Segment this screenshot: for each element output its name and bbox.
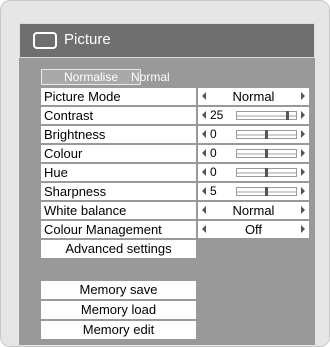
normalise-button[interactable]: Normalise [41, 69, 141, 85]
arrow-right-icon[interactable] [301, 130, 305, 138]
hue-slider[interactable]: 0 [198, 164, 309, 181]
memory-save-button[interactable]: Memory save [41, 281, 196, 299]
sharpness-label: Sharpness [41, 183, 196, 200]
arrow-left-icon[interactable] [202, 225, 206, 233]
arrow-right-icon[interactable] [301, 187, 305, 195]
sharpness-value: 5 [210, 184, 217, 198]
row-picture-mode[interactable]: Picture Mode Normal [41, 88, 309, 105]
slider-thumb[interactable] [285, 111, 289, 120]
slider-thumb[interactable] [264, 168, 268, 177]
title-bar: Picture [19, 23, 315, 58]
sharpness-slider[interactable]: 5 [198, 183, 309, 200]
colour-slider-track[interactable] [236, 149, 297, 158]
colour-value: 0 [210, 146, 217, 160]
arrow-left-icon[interactable] [202, 92, 206, 100]
contrast-value: 25 [210, 108, 224, 122]
arrow-right-icon[interactable] [301, 225, 305, 233]
arrow-left-icon[interactable] [202, 168, 206, 176]
brightness-label: Brightness [41, 126, 196, 143]
picture-mode-label: Picture Mode [41, 88, 196, 105]
slider-thumb[interactable] [264, 149, 268, 158]
hue-value: 0 [210, 165, 217, 179]
arrow-right-icon[interactable] [301, 92, 305, 100]
white-balance-select[interactable]: Normal [198, 202, 309, 219]
memory-load-button[interactable]: Memory load [41, 301, 196, 319]
arrow-right-icon[interactable] [301, 111, 305, 119]
advanced-settings-button[interactable]: Advanced settings [41, 240, 196, 258]
colour-management-value: Off [244, 222, 263, 237]
arrow-left-icon[interactable] [202, 206, 206, 214]
arrow-right-icon[interactable] [301, 168, 305, 176]
row-sharpness[interactable]: Sharpness 5 [41, 183, 309, 200]
white-balance-value: Normal [232, 203, 275, 218]
arrow-right-icon[interactable] [301, 149, 305, 157]
colour-slider[interactable]: 0 [198, 145, 309, 162]
sharpness-slider-track[interactable] [236, 187, 297, 196]
picture-mode-value: Normal [232, 89, 275, 104]
brightness-slider[interactable]: 0 [198, 126, 309, 143]
menu-title: Picture [64, 31, 111, 48]
row-colour-management[interactable]: Colour Management Off [41, 221, 309, 238]
arrow-left-icon[interactable] [202, 149, 206, 157]
slider-thumb[interactable] [264, 187, 268, 196]
colour-management-label: Colour Management [41, 221, 196, 238]
row-hue[interactable]: Hue 0 [41, 164, 309, 181]
arrow-left-icon[interactable] [202, 187, 206, 195]
picture-menu-panel: Picture Normalise Normal Picture Mode No… [19, 23, 315, 345]
arrow-left-icon[interactable] [202, 111, 206, 119]
hue-slider-track[interactable] [236, 168, 297, 177]
screen-frame: Picture Normalise Normal Picture Mode No… [0, 0, 330, 347]
contrast-slider-track[interactable] [236, 111, 297, 120]
arrow-right-icon[interactable] [301, 206, 305, 214]
picture-mode-select[interactable]: Normal [198, 88, 309, 105]
memory-edit-button[interactable]: Memory edit [41, 321, 196, 339]
contrast-slider[interactable]: 25 [198, 107, 309, 124]
arrow-left-icon[interactable] [202, 130, 206, 138]
hue-label: Hue [41, 164, 196, 181]
colour-label: Colour [41, 145, 196, 162]
slider-thumb[interactable] [264, 130, 268, 139]
white-balance-label: White balance [41, 202, 196, 219]
normalise-value: Normal [131, 70, 170, 84]
contrast-label: Contrast [41, 107, 196, 124]
brightness-value: 0 [210, 127, 217, 141]
row-contrast[interactable]: Contrast 25 [41, 107, 309, 124]
colour-management-select[interactable]: Off [198, 221, 309, 238]
row-colour[interactable]: Colour 0 [41, 145, 309, 162]
brightness-slider-track[interactable] [236, 130, 297, 139]
row-brightness[interactable]: Brightness 0 [41, 126, 309, 143]
screen-icon [33, 32, 57, 49]
row-white-balance[interactable]: White balance Normal [41, 202, 309, 219]
